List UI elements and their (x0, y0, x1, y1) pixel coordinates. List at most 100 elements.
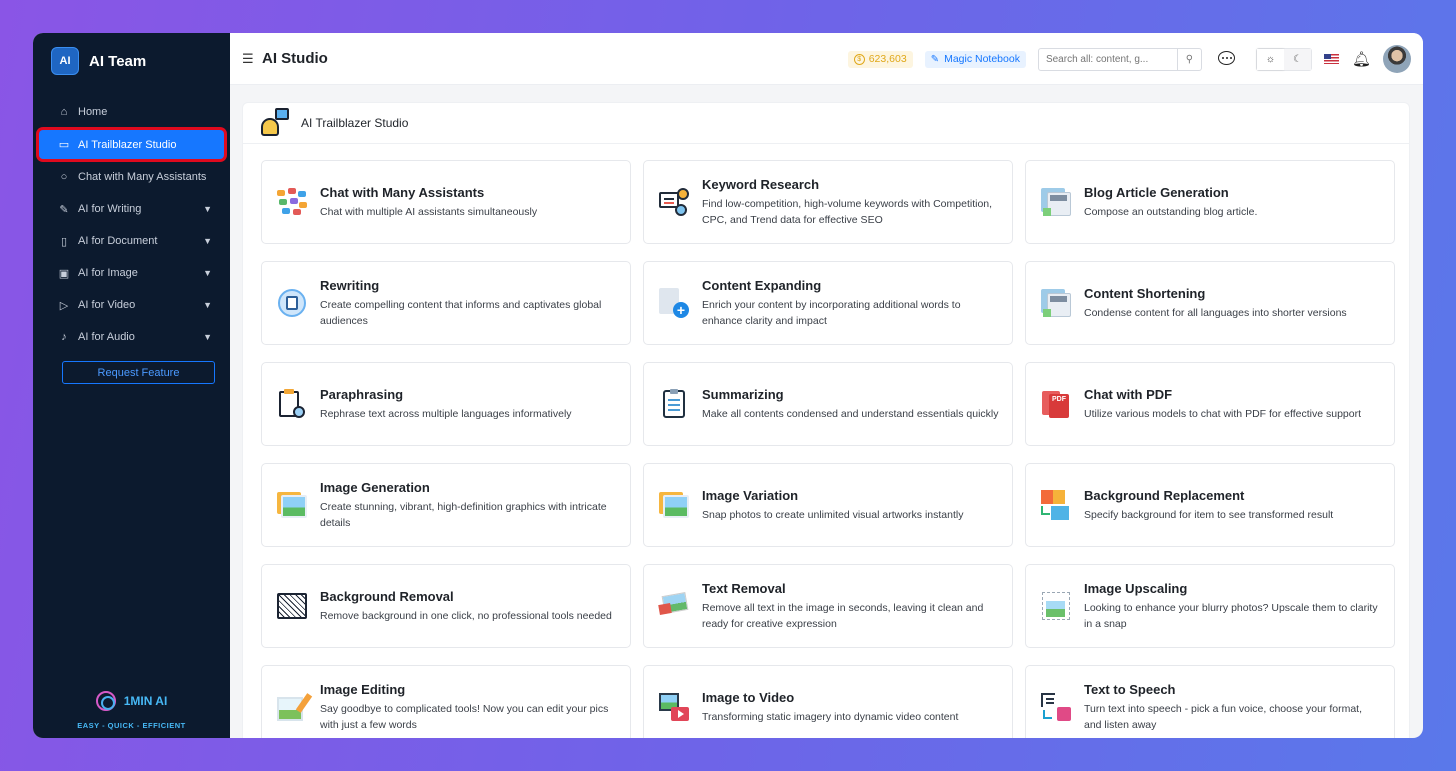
sidebar-item-ai-for-video[interactable]: ▷ AI for Video ▼ (37, 289, 226, 321)
tool-card-text-to-speech[interactable]: Text to Speech Turn text into speech - pi… (1025, 665, 1395, 738)
sidebar-item-ai-for-image[interactable]: ▣ AI for Image ▼ (37, 257, 226, 289)
image-variation-icon (658, 489, 690, 521)
card-title: Keyword Research (702, 176, 820, 192)
tool-card-image-variation[interactable]: Image Variation Snap photos to create unl… (643, 463, 1013, 547)
card-desc: Create stunning, vibrant, high-definitio… (320, 500, 607, 529)
search-input[interactable] (1038, 48, 1177, 70)
card-title: Rewriting (320, 277, 380, 293)
card-title: Background Replacement (1084, 487, 1245, 503)
chevron-down-icon[interactable]: ▼ (203, 332, 212, 342)
upscale-icon (1040, 590, 1072, 622)
tool-card-summarizing[interactable]: Summarizing Make all contents condensed a… (643, 362, 1013, 446)
sidebar-item-ai-for-audio[interactable]: ♪ AI for Audio ▼ (37, 321, 226, 353)
magic-notebook-label: Magic Notebook (944, 53, 1020, 65)
tool-card-background-removal[interactable]: Background Removal Remove background in o… (261, 564, 631, 648)
sidebar-item-label: AI for Writing (78, 203, 142, 215)
topbar: ☰ AI Studio $ 623,603 ✎ Magic Notebook ⚲ (230, 33, 1423, 85)
sidebar-item-label: AI for Audio (78, 331, 135, 343)
sidebar-nav: ⌂ Home ▭ AI Trailblazer Studio ○ Chat wi… (33, 96, 230, 353)
clipboard-icon (658, 388, 690, 420)
sidebar-item-ai-trailblazer-studio[interactable]: ▭ AI Trailblazer Studio (39, 130, 224, 159)
chat-bubble-icon[interactable] (1216, 50, 1237, 68)
image-generation-icon (276, 489, 308, 521)
trailblazer-icon (260, 108, 290, 138)
image-to-video-icon (658, 691, 690, 723)
pdf-icon: PDF (1040, 388, 1072, 420)
light-mode-icon[interactable]: ☼ (1256, 48, 1284, 70)
tools-grid: Chat with Many Assistants Chat with multi… (261, 160, 1395, 738)
tool-card-image-to-video[interactable]: Image to Video Transforming static imager… (643, 665, 1013, 738)
panel-title: AI Trailblazer Studio (301, 116, 409, 130)
sidebar-item-label: AI for Image (78, 267, 138, 279)
card-title: Chat with Many Assistants (320, 184, 485, 200)
chevron-down-icon[interactable]: ▼ (203, 268, 212, 278)
card-desc: Utilize various models to chat with PDF … (1084, 407, 1362, 420)
sidebar-item-chat-with-many-assistants[interactable]: ○ Chat with Many Assistants (37, 161, 226, 193)
card-desc: Make all contents condensed and understa… (702, 407, 999, 420)
tool-card-background-replacement[interactable]: Background Replacement Specify background… (1025, 463, 1395, 547)
pen-square-icon: ✎ (59, 203, 69, 216)
sidebar-item-home[interactable]: ⌂ Home (37, 96, 226, 128)
text-to-speech-icon (1040, 691, 1072, 723)
card-desc: Enrich your content by incorporating add… (702, 298, 961, 327)
chevron-down-icon[interactable]: ▼ (203, 204, 212, 214)
chevron-down-icon[interactable]: ▼ (203, 236, 212, 246)
background-replace-icon (1040, 489, 1072, 521)
search-icon[interactable]: ⚲ (1176, 48, 1201, 70)
tool-card-content-shortening[interactable]: Content Shortening Condense content for a… (1025, 261, 1395, 345)
panel-header: AI Trailblazer Studio (243, 103, 1409, 144)
sidebar: AI AI Team ⌂ Home ▭ AI Trailblazer Studi… (33, 33, 230, 738)
tool-card-chat-with-pdf[interactable]: PDF Chat with PDF Utilize various models … (1025, 362, 1395, 446)
card-desc: Chat with multiple AI assistants simulta… (320, 205, 538, 218)
card-title: Image Upscaling (1084, 580, 1188, 596)
card-desc: Transforming static imagery into dynamic… (702, 710, 959, 723)
multi-chat-icon (276, 186, 308, 218)
us-flag-icon[interactable] (1323, 54, 1339, 64)
chat-icon: ○ (60, 171, 68, 183)
card-title: Image Generation (320, 479, 430, 495)
brand-name: AI Team (89, 52, 147, 70)
avatar[interactable] (1383, 45, 1411, 73)
card-desc: Looking to enhance your blurry photos? U… (1084, 601, 1378, 630)
sidebar-item-ai-for-writing[interactable]: ✎ AI for Writing ▼ (37, 193, 226, 225)
magic-notebook-button[interactable]: ✎ Magic Notebook (924, 50, 1026, 68)
tool-card-rewriting[interactable]: Rewriting Create compelling content that … (261, 261, 631, 345)
dark-mode-icon[interactable]: ☾ (1283, 48, 1311, 70)
tool-card-chat-with-many-assistants[interactable]: Chat with Many Assistants Chat with multi… (261, 160, 631, 244)
footer-tagline: EASY - QUICK - EFFICIENT (77, 721, 186, 730)
tool-card-blog-article-generation[interactable]: Blog Article Generation Compose an outsta… (1025, 160, 1395, 244)
edit-icon: ✎ (930, 53, 940, 65)
menu-collapse-icon[interactable]: ☰ (242, 51, 256, 67)
card-title: Content Shortening (1084, 285, 1206, 301)
card-title: Summarizing (702, 386, 784, 402)
tool-card-image-upscaling[interactable]: Image Upscaling Looking to enhance your b… (1025, 564, 1395, 648)
card-title: Chat with PDF (1084, 386, 1173, 402)
paraphrase-icon (276, 388, 308, 420)
brand[interactable]: AI AI Team (33, 33, 230, 89)
card-desc: Find low-competition, high-volume keywor… (702, 197, 993, 226)
brand-logo-icon: AI (51, 47, 79, 75)
sidebar-footer: 1MIN AI EASY - QUICK - EFFICIENT (33, 691, 230, 730)
topbar-actions: $ 623,603 ✎ Magic Notebook ⚲ ☼ ☾ (847, 45, 1411, 73)
tool-card-paraphrasing[interactable]: Paraphrasing Rephrase text across multipl… (261, 362, 631, 446)
tool-card-image-editing[interactable]: Image Editing Say goodbye to complicated … (261, 665, 631, 738)
credits-badge[interactable]: $ 623,603 (847, 50, 913, 68)
tool-card-content-expanding[interactable]: + Content Expanding Enrich your content b… (643, 261, 1013, 345)
card-title: Image Editing (320, 681, 406, 697)
monitor-icon: ▭ (58, 139, 70, 151)
video-icon: ▷ (59, 299, 69, 312)
sidebar-item-ai-for-document[interactable]: ▯ AI for Document ▼ (37, 225, 226, 257)
chevron-down-icon[interactable]: ▼ (203, 300, 212, 310)
tool-card-image-generation[interactable]: Image Generation Create stunning, vibrant… (261, 463, 631, 547)
card-desc: Remove background in one click, no profe… (320, 609, 612, 622)
home-icon: ⌂ (60, 106, 68, 118)
theme-toggle: ☼ ☾ (1255, 47, 1312, 71)
tool-card-keyword-research[interactable]: Keyword Research Find low-competition, hi… (643, 160, 1013, 244)
bell-icon[interactable]: 🔔︎ (1352, 50, 1371, 68)
image-icon: ▣ (58, 267, 70, 280)
card-title: Image Variation (702, 487, 799, 503)
credits-value: 623,603 (868, 53, 907, 65)
request-feature-button[interactable]: Request Feature (62, 361, 215, 384)
tool-card-text-removal[interactable]: Text Removal Remove all text in the image… (643, 564, 1013, 648)
card-title: Paraphrasing (320, 386, 404, 402)
